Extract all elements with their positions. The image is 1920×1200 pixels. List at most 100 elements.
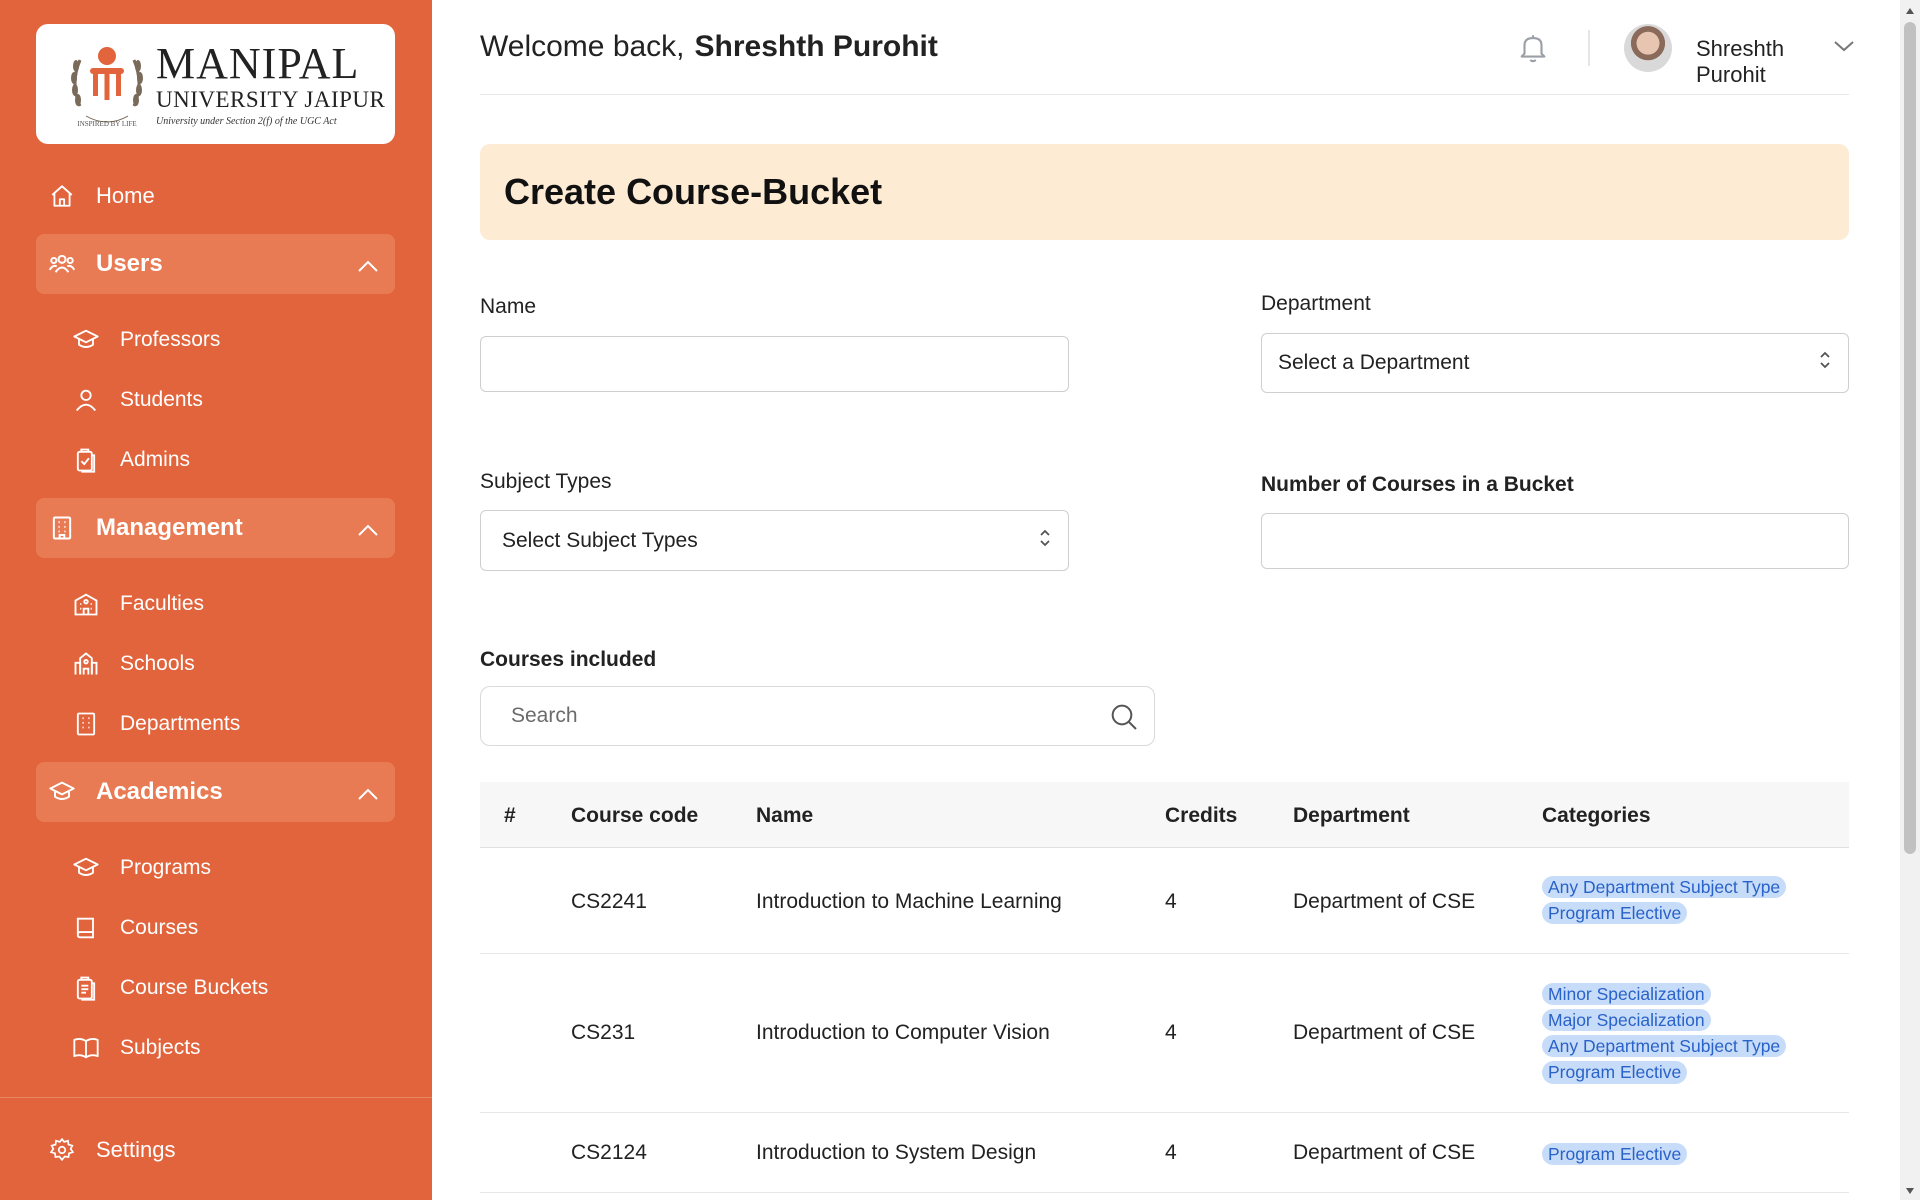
gear-icon [48,1136,76,1164]
sidebar-item-admins[interactable]: Admins [72,438,190,482]
column-header-index: # [504,804,516,827]
sidebar-group-management[interactable]: Management [36,498,395,558]
sidebar-item-professors[interactable]: Professors [72,318,220,362]
welcome-message: Welcome back, Shreshth Purohit [480,30,938,64]
course-name-cell: Introduction to System Design [756,1141,1037,1164]
clipboard-check-icon [72,446,100,474]
sidebar-item-label: Departments [120,712,241,735]
sidebar-item-label: Schools [120,652,195,675]
table-header: # Course code Name Credits Department Ca… [480,782,1849,848]
school-icon [72,650,100,678]
categories-cell: Program Elective [1542,1143,1688,1166]
category-badge: Any Department Subject Type [1542,876,1787,899]
credits-cell: 4 [1165,1141,1177,1164]
number-of-courses-label: Number of Courses in a Bucket [1261,473,1574,496]
sidebar-group-label: Users [96,250,163,277]
categories-cell: Minor Specialization Major Specializatio… [1542,983,1787,1084]
sidebar-item-label: Programs [120,856,212,879]
sidebar-item-programs[interactable]: Programs [72,846,211,890]
course-name-cell: Introduction to Machine Learning [756,890,1062,913]
course-code-cell: CS2124 [571,1141,647,1164]
name-input[interactable] [480,336,1069,392]
sidebar-item-label: Students [120,388,203,411]
column-header-credits[interactable]: Credits [1165,804,1237,828]
search-icon[interactable] [1108,701,1140,739]
main-content: Welcome back, Shreshth Purohit Shreshth P… [432,0,1900,1200]
chevron-up-icon [357,780,379,808]
sidebar-item-home[interactable]: Home [36,166,395,226]
credits-cell: 4 [1165,890,1177,913]
bell-icon[interactable] [1516,30,1550,71]
sidebar-divider [0,1097,432,1098]
table-row[interactable]: CS231 Introduction to Computer Vision 4 … [480,954,1849,1113]
sidebar-item-faculties[interactable]: Faculties [72,582,204,626]
scrollbar-thumb[interactable] [1904,22,1916,854]
credits-cell: 4 [1165,1021,1177,1044]
graduation-cap-icon [72,326,100,354]
sidebar-item-settings[interactable]: Settings [36,1120,395,1180]
select-arrows-icon [1818,349,1832,377]
sidebar-item-course-buckets[interactable]: Course Buckets [72,966,268,1010]
course-code-cell: CS231 [571,1021,636,1044]
university-logo[interactable]: INSPIRED BY LIFE MANIPAL UNIVERSITY JAIP… [36,24,395,144]
school-building-icon [72,590,100,618]
table-row[interactable]: CS2241 Introduction to Machine Learning … [480,848,1849,954]
sidebar-item-departments[interactable]: Departments [72,702,240,746]
book-icon [72,914,100,942]
column-header-categories: Categories [1542,804,1651,827]
top-bar: Welcome back, Shreshth Purohit Shreshth P… [480,0,1854,95]
category-badge: Major Specialization [1542,1009,1711,1032]
scroll-down-icon[interactable] [1904,1184,1916,1196]
category-badge: Program Elective [1542,1143,1688,1166]
users-icon [48,250,76,278]
table-row[interactable]: CS2124 Introduction to System Design 4 D… [480,1113,1849,1193]
logo-caption: University under Section 2(f) of the UGC… [156,115,337,127]
course-name-cell: Introduction to Computer Vision [756,1021,1050,1044]
sidebar-item-label: Course Buckets [120,976,269,999]
open-book-icon [72,1034,100,1062]
course-code-cell: CS2241 [571,890,647,913]
header-divider [1588,30,1590,66]
chevron-up-icon [357,252,379,280]
course-search-input[interactable]: Search [480,686,1155,746]
sidebar-item-label: Professors [120,328,221,351]
sidebar: INSPIRED BY LIFE MANIPAL UNIVERSITY JAIP… [0,0,432,1200]
user-icon [72,386,100,414]
sidebar-group-users[interactable]: Users [36,234,395,294]
sidebar-group-label: Management [96,514,243,541]
welcome-text: Welcome back, [480,30,685,63]
number-of-courses-input[interactable] [1261,513,1849,569]
logo-tagline: INSPIRED BY LIFE [77,120,136,128]
column-header-course-code[interactable]: Course code [571,804,698,828]
building-icon [48,514,76,542]
scroll-up-icon[interactable] [1904,4,1916,16]
chevron-down-icon[interactable] [1832,38,1856,59]
courses-table: # Course code Name Credits Department Ca… [480,782,1849,1193]
column-header-department[interactable]: Department [1293,804,1410,828]
department-cell: Department of CSE [1293,1021,1476,1044]
avatar[interactable] [1624,24,1672,72]
subject-types-label: Subject Types [480,470,612,493]
sidebar-group-label: Academics [96,778,223,805]
sidebar-item-schools[interactable]: Schools [72,642,195,686]
department-select[interactable]: Select a Department [1261,333,1849,393]
graduation-cap-icon [72,854,100,882]
chevron-up-icon [357,516,379,544]
profile-name[interactable]: Shreshth Purohit [1696,36,1849,88]
category-badge: Minor Specialization [1542,983,1711,1006]
page-scrollbar[interactable] [1900,0,1920,1200]
sidebar-group-academics[interactable]: Academics [36,762,395,822]
subject-types-select-value: Select Subject Types [502,528,698,552]
search-placeholder: Search [511,704,578,727]
sidebar-item-subjects[interactable]: Subjects [72,1026,201,1070]
page-title-banner: Create Course-Bucket [480,144,1849,240]
category-badge: Program Elective [1542,902,1688,925]
categories-cell: Any Department Subject Type Program Elec… [1542,876,1787,925]
sidebar-item-courses[interactable]: Courses [72,906,198,950]
subject-types-select[interactable]: Select Subject Types [480,510,1069,571]
sidebar-item-label: Courses [120,916,199,939]
logo-subtitle: UNIVERSITY JAIPUR [156,86,386,112]
column-header-name[interactable]: Name [756,804,813,828]
sidebar-item-label: Subjects [120,1036,201,1059]
sidebar-item-students[interactable]: Students [72,378,203,422]
